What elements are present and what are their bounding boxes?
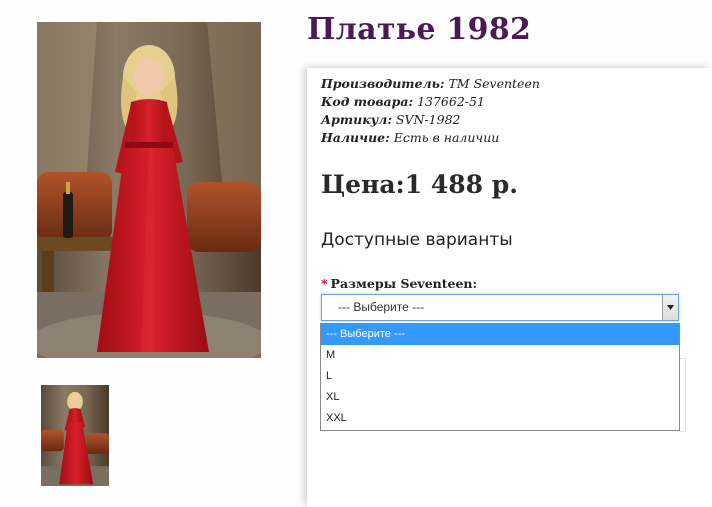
- meta-value: Есть в наличии: [393, 130, 500, 145]
- size-option-m[interactable]: M: [321, 345, 679, 366]
- size-select[interactable]: --- Выберите ---: [321, 294, 679, 321]
- chevron-down-icon: [667, 305, 674, 310]
- product-main-image[interactable]: [37, 22, 261, 358]
- panel-divider: [679, 358, 686, 432]
- meta-value: SVN-1982: [395, 112, 461, 127]
- variants-heading: Доступные варианты: [321, 230, 513, 250]
- meta-value: ТМ Seventeen: [448, 76, 540, 91]
- size-option-l[interactable]: L: [321, 366, 679, 387]
- size-label: * Размеры Seventeen:: [321, 276, 477, 291]
- select-dropdown-button[interactable]: [662, 295, 678, 320]
- product-title: Платье 1982: [307, 12, 532, 47]
- product-thumbnail[interactable]: [41, 385, 109, 486]
- size-options-list[interactable]: --- Выберите --- M L XL XXL: [320, 323, 680, 431]
- size-option-xxl[interactable]: XXL: [321, 408, 679, 429]
- meta-label: Наличие:: [321, 130, 390, 145]
- thumbnail-illustration: [41, 385, 109, 486]
- size-option-placeholder[interactable]: --- Выберите ---: [321, 324, 679, 345]
- meta-label: Производитель:: [321, 76, 445, 91]
- meta-label: Артикул:: [321, 112, 392, 127]
- meta-value: 137662-51: [417, 94, 485, 109]
- product-info-panel: Производитель: ТМ Seventeen Код товара: …: [307, 68, 712, 507]
- dress-photo-illustration: [37, 22, 261, 358]
- product-price: Цена:1 488 р.: [321, 170, 518, 199]
- required-mark: *: [321, 276, 328, 291]
- meta-availability: Наличие: Есть в наличии: [321, 129, 540, 147]
- meta-article: Артикул: SVN-1982: [321, 111, 540, 129]
- size-label-text: Размеры Seventeen:: [330, 276, 478, 291]
- meta-manufacturer: Производитель: ТМ Seventeen: [321, 75, 540, 93]
- meta-label: Код товара:: [321, 94, 414, 109]
- meta-product-code: Код товара: 137662-51: [321, 93, 540, 111]
- size-option-xl[interactable]: XL: [321, 387, 679, 408]
- size-select-value: --- Выберите ---: [338, 300, 425, 314]
- product-meta: Производитель: ТМ Seventeen Код товара: …: [321, 75, 540, 147]
